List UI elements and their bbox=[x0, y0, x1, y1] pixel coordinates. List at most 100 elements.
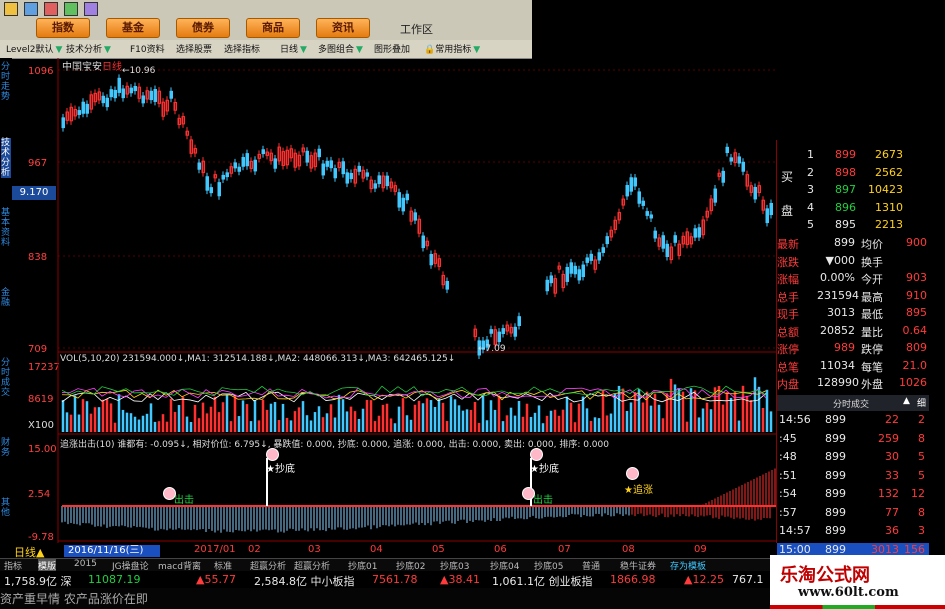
index-ticker-item[interactable]: ▲38.41 bbox=[440, 573, 480, 586]
app-icon-2[interactable] bbox=[24, 2, 38, 16]
stat-label: 总笔 bbox=[777, 360, 799, 374]
menu-button-bond[interactable]: 债券 bbox=[176, 18, 230, 38]
menu-button-index[interactable]: 指数 bbox=[36, 18, 90, 38]
stat-row: 涨幅 0.00% 今开 903 bbox=[777, 271, 929, 288]
candle-body bbox=[489, 329, 493, 334]
candle-body bbox=[217, 182, 221, 197]
toolbar-multi-chart[interactable]: 多图组合 ▼ bbox=[318, 42, 363, 55]
date-cursor-display[interactable]: 2016/11/16(三) bbox=[64, 545, 160, 557]
workzone-label[interactable]: 工作区 bbox=[400, 21, 433, 37]
candle-body bbox=[565, 266, 569, 282]
index-ticker-item[interactable]: 1866.98 bbox=[610, 573, 656, 586]
toolbar-overlay[interactable]: 图形叠加 bbox=[374, 42, 410, 55]
index-ticker-item[interactable]: 767.1 bbox=[732, 573, 764, 586]
tick-time: :57 bbox=[779, 505, 797, 519]
stat-row: 总笔 11034 每笔 21.0 bbox=[777, 359, 929, 376]
order-price: 896 bbox=[835, 200, 856, 214]
menu-button-news[interactable]: 资讯 bbox=[316, 18, 370, 38]
candle-body bbox=[649, 214, 653, 219]
stat-label: 今开 bbox=[861, 273, 883, 286]
tick-volume: 22 bbox=[885, 413, 899, 426]
toolbar-level2[interactable]: Level2默认 ▼ bbox=[6, 42, 62, 55]
app-icon-1[interactable] bbox=[4, 2, 18, 16]
candle-body bbox=[169, 90, 173, 99]
stat-value: 11034 bbox=[820, 358, 855, 372]
tick-price: 899 bbox=[825, 542, 846, 556]
stat-label: 最低 bbox=[861, 308, 883, 321]
tick-count: 5 bbox=[918, 450, 925, 463]
candle-body bbox=[693, 228, 697, 238]
stat-value: 10260 bbox=[899, 376, 927, 389]
tick-header-label: 分时成交 bbox=[833, 400, 870, 410]
index-ticker-item[interactable]: 1,758.9亿 深 bbox=[4, 573, 71, 589]
order-level: 4 bbox=[807, 200, 814, 214]
stat-row: 总手 231594 最高 910 bbox=[777, 289, 929, 306]
tick-volume: 3013 bbox=[871, 542, 899, 556]
candle-body bbox=[101, 95, 105, 104]
toolbar-select-indicator[interactable]: 选择指标 bbox=[224, 42, 260, 55]
candle-body bbox=[153, 89, 157, 102]
candle-body bbox=[273, 158, 277, 169]
candle-body bbox=[545, 279, 549, 292]
kline-chart[interactable] bbox=[0, 58, 776, 543]
up-arrow-icon[interactable]: ▲ bbox=[903, 396, 910, 406]
candle-body bbox=[697, 227, 701, 238]
indicator-legend: 追涨出击(10) 谁都有: -0.095↓, 相对价位: 6.795↓, 暴跌值… bbox=[60, 440, 609, 450]
low-price-value: 7.09 bbox=[485, 344, 506, 354]
app-icon-4[interactable] bbox=[64, 2, 78, 16]
tick-count: 12 bbox=[911, 487, 925, 500]
toolbar-select-stock[interactable]: 选择股票 bbox=[176, 42, 212, 55]
toolbar-common-indicators[interactable]: 🔒常用指标 ▼ bbox=[424, 42, 480, 55]
candle-body bbox=[513, 326, 517, 337]
stat-label: 跌停 bbox=[861, 343, 883, 356]
index-ticker-item[interactable]: 2,584.8亿 中小板指 bbox=[254, 573, 354, 589]
candle-body bbox=[245, 153, 249, 167]
stat-value: 809 bbox=[906, 341, 927, 354]
signal-label: 出击 bbox=[533, 495, 553, 506]
app-icon-3[interactable] bbox=[44, 2, 58, 16]
candle-body bbox=[765, 208, 769, 224]
toolbar-daily[interactable]: 日线 ▼ bbox=[280, 42, 307, 55]
order-volume: 2673 bbox=[875, 148, 903, 161]
news-ticker[interactable]: 资产重早情 农产品涨价在即 bbox=[0, 588, 770, 609]
toolbar-tech-analysis[interactable]: 技术分析 ▼ bbox=[66, 42, 111, 55]
menu-button-commodity[interactable]: 商品 bbox=[246, 18, 300, 38]
candle-body bbox=[549, 275, 553, 284]
tick-price: 899 bbox=[825, 468, 846, 482]
candle-body bbox=[641, 200, 645, 206]
order-volume: 2562 bbox=[875, 165, 903, 179]
order-level: 5 bbox=[807, 218, 814, 231]
candle-body bbox=[197, 162, 201, 170]
toolbar-daily-label: 日线 bbox=[280, 45, 299, 55]
index-ticker-item[interactable]: 7561.78 bbox=[372, 573, 418, 586]
stat-label: 均价 bbox=[861, 238, 883, 251]
candle-body bbox=[325, 160, 329, 167]
candle-body bbox=[237, 166, 241, 172]
stat-value: 20852 bbox=[820, 323, 855, 337]
index-ticker-item[interactable]: 11087.19 bbox=[88, 573, 141, 586]
stat-value: 231594 bbox=[817, 288, 859, 302]
toolbar-f10[interactable]: F10资料 bbox=[130, 42, 165, 55]
volume-bars bbox=[61, 377, 773, 432]
index-ticker-item[interactable]: 1,061.1亿 创业板指 bbox=[492, 573, 592, 589]
candle-body bbox=[221, 174, 225, 180]
candle-body bbox=[305, 150, 309, 163]
tick-volume: 33 bbox=[885, 468, 899, 482]
candle-body bbox=[629, 177, 633, 192]
menu-button-fund[interactable]: 基金 bbox=[106, 18, 160, 38]
template-tab[interactable]: 2015 bbox=[74, 559, 97, 569]
index-ticker-item[interactable]: ▲12.25 bbox=[684, 573, 724, 586]
candle-body bbox=[121, 88, 125, 99]
stat-value: 0.64 bbox=[902, 323, 928, 337]
candle-body bbox=[665, 243, 669, 258]
tick-price: 899 bbox=[825, 450, 846, 463]
candle-body bbox=[333, 168, 337, 179]
index-ticker-item[interactable]: ▲55.77 bbox=[196, 573, 236, 586]
app-icon-5[interactable] bbox=[84, 2, 98, 16]
detail-button[interactable]: 细 bbox=[917, 396, 926, 409]
tick-count: 2 bbox=[918, 413, 925, 426]
candle-body bbox=[637, 191, 641, 204]
stat-value: 903 bbox=[906, 271, 927, 284]
candle-body bbox=[645, 211, 649, 216]
stat-label: 涨幅 bbox=[777, 273, 799, 286]
